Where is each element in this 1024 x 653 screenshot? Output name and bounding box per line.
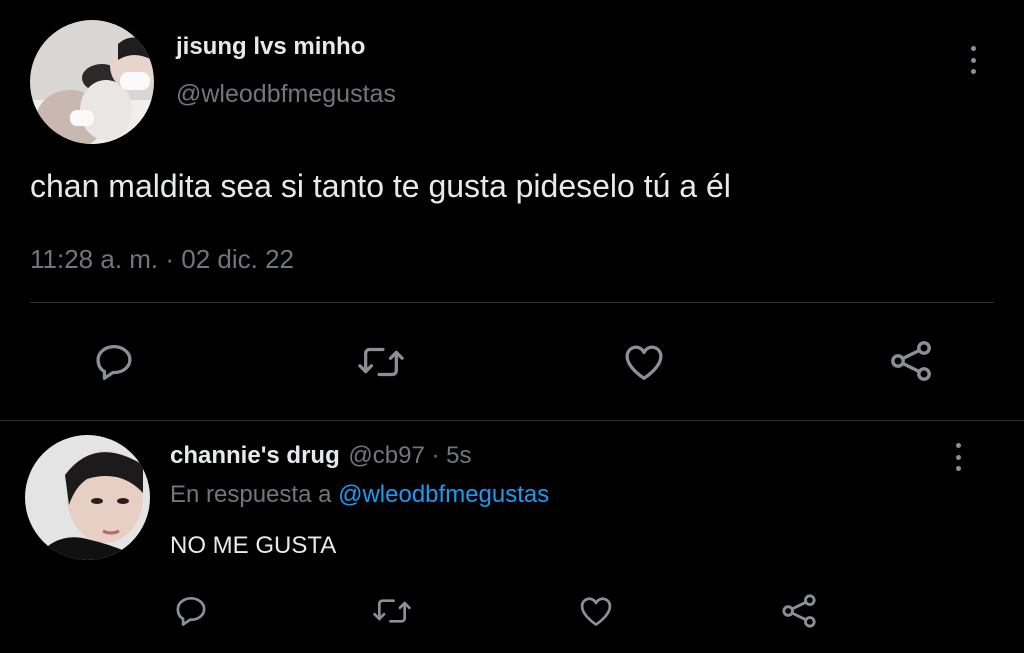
author-avatar[interactable] [30,20,154,144]
like-icon[interactable] [621,339,667,385]
retweet-icon[interactable] [371,592,413,630]
reply-author-avatar[interactable] [25,435,150,560]
reply-text: NO ME GUSTA [170,532,337,559]
like-icon[interactable] [577,592,615,630]
reply-header: channie's drug @cb97 · 5s [170,442,472,470]
section-divider [0,420,1024,421]
replying-to-prefix: En respuesta a [170,481,332,508]
replying-to-line: En respuesta a @wleodbfmegustas [170,481,549,509]
share-icon[interactable] [779,591,819,631]
avatar-photo-icon [25,435,150,560]
reply-handle-time[interactable]: @cb97 · 5s [348,442,471,469]
tweet-text: chan maldita sea si tanto te gusta pides… [30,168,731,204]
reply-icon[interactable] [91,339,137,385]
avatar-photo-icon [30,20,154,144]
divider [30,302,994,303]
replying-to-handle[interactable]: @wleodbfmegustas [338,481,549,508]
author-display-name[interactable]: jisung lvs minho [176,33,365,61]
reply-more-options-icon[interactable] [954,443,962,471]
reply-icon[interactable] [172,592,210,630]
reply-display-name[interactable]: channie's drug [170,442,340,469]
more-options-icon[interactable] [969,46,977,74]
share-icon[interactable] [887,337,935,385]
retweet-icon[interactable] [356,339,406,385]
tweet-timestamp[interactable]: 11:28 a. m. · 02 dic. 22 [30,244,294,275]
author-handle[interactable]: @wleodbfmegustas [176,80,396,109]
